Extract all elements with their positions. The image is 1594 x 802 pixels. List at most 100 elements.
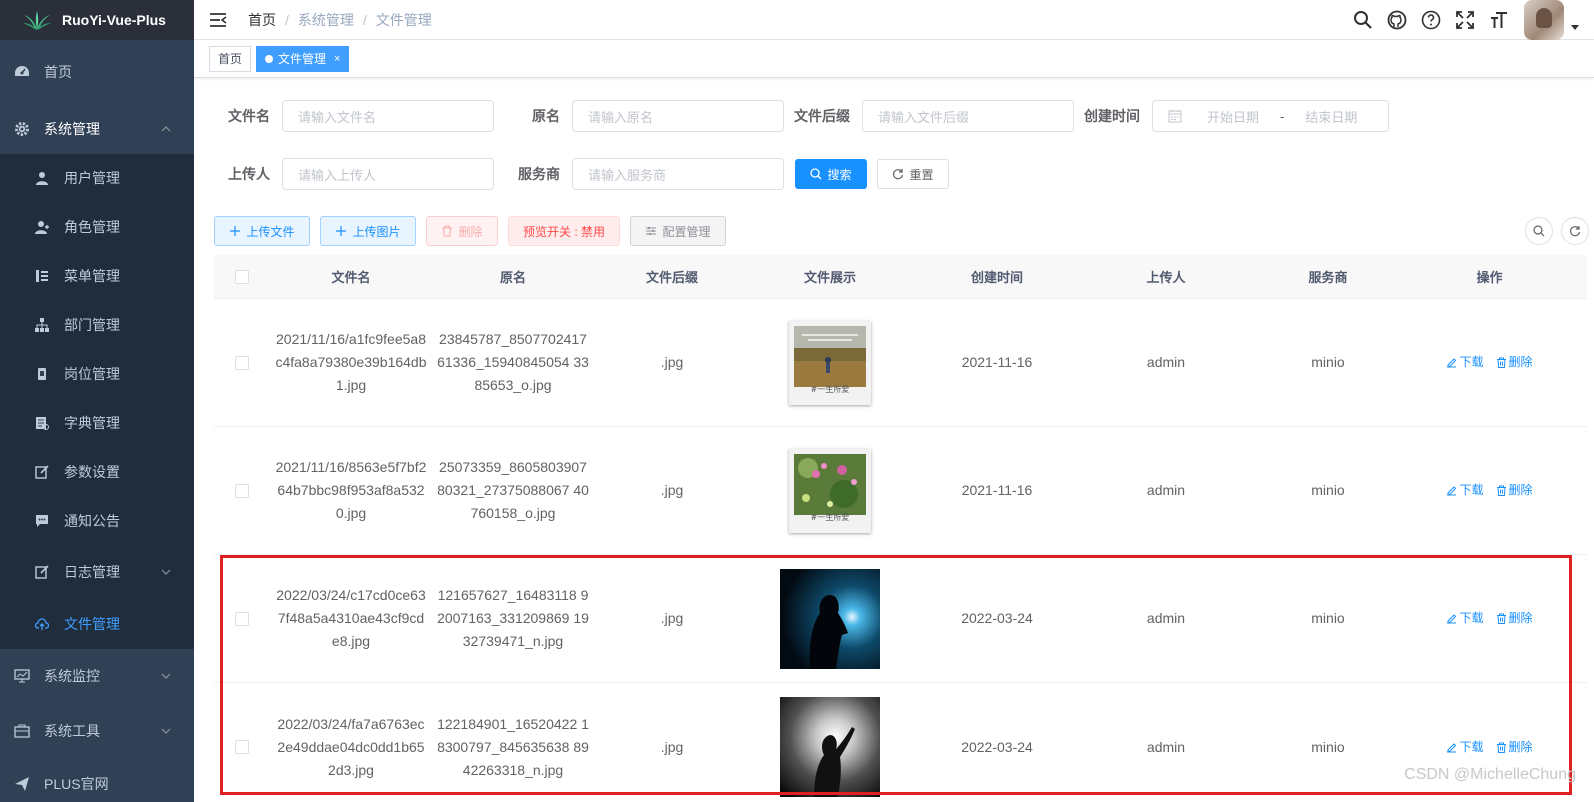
- delete-link[interactable]: 删除: [1496, 607, 1533, 630]
- delete-link[interactable]: 删除: [1496, 351, 1533, 374]
- tag-home[interactable]: 首页: [209, 45, 252, 72]
- search-icon: [810, 168, 822, 180]
- suffix-cell: .jpg: [660, 354, 684, 370]
- row-checkbox[interactable]: [235, 740, 249, 754]
- sidebar-item-monitor[interactable]: 系统监控: [0, 649, 194, 703]
- fullscreen-icon[interactable]: [1455, 10, 1475, 30]
- file-name-cell: 2022/03/24/fa7a6763ec2e49ddae04dc0dd1b65…: [277, 715, 425, 778]
- system-submenu: 用户管理 角色管理 菜单管理 部门管理 岗位管理 字典管理 参数设置 通知公告 …: [0, 154, 194, 649]
- download-link[interactable]: 下载: [1446, 607, 1484, 630]
- preview-image[interactable]: #一生所爱: [789, 320, 871, 405]
- close-icon[interactable]: ×: [334, 47, 340, 71]
- service-input[interactable]: 请输入服务商: [572, 158, 784, 190]
- sidebar-item-menus[interactable]: 菜单管理: [0, 251, 194, 300]
- suffix-cell: .jpg: [660, 610, 684, 626]
- download-link[interactable]: 下载: [1446, 736, 1484, 759]
- help-icon[interactable]: [1421, 10, 1441, 30]
- download-link[interactable]: 下载: [1446, 351, 1484, 374]
- delete-label: 删除: [1508, 611, 1533, 625]
- service-cell: minio: [1311, 482, 1345, 498]
- table-row: 2022/03/24/fa7a6763ec2e49ddae04dc0dd1b65…: [214, 683, 1587, 802]
- original-name-input[interactable]: 请输入原名: [572, 100, 784, 132]
- header-filename: 文件名: [331, 270, 371, 285]
- actions-cell: 下载 删除: [1408, 607, 1571, 630]
- edit-icon: [1447, 614, 1457, 624]
- sidebar-item-logs[interactable]: 日志管理: [0, 545, 194, 599]
- sidebar-logo[interactable]: RuoYi-Vue-Plus: [0, 0, 194, 40]
- uploader-cell: admin: [1146, 354, 1186, 370]
- avatar[interactable]: [1524, 0, 1564, 40]
- sidebar-item-plus-site[interactable]: PLUS官网: [0, 759, 194, 802]
- download-link[interactable]: 下载: [1446, 479, 1484, 502]
- role-icon: [34, 219, 50, 235]
- delete-button[interactable]: 删除: [426, 216, 498, 246]
- toggle-search-button[interactable]: [1525, 217, 1553, 245]
- edit-icon: [1447, 486, 1457, 496]
- upload-image-button[interactable]: 上传图片: [320, 216, 416, 246]
- sidebar-item-label: 用户管理: [64, 170, 120, 186]
- refresh-icon: [1569, 226, 1581, 237]
- sidebar-item-label: 参数设置: [64, 463, 120, 480]
- upload-file-button[interactable]: 上传文件: [214, 216, 310, 246]
- sidebar-item-label: PLUS官网: [44, 776, 109, 792]
- select-all-checkbox[interactable]: [235, 269, 249, 284]
- suffix-input[interactable]: 请输入文件后缀: [862, 100, 1074, 132]
- file-name-cell: 2022/03/24/c17cd0ce637f48a5a4310ae43cf9c…: [276, 587, 426, 649]
- row-checkbox[interactable]: [235, 355, 249, 370]
- preview-caption: #一生所爱: [810, 384, 850, 394]
- file-name-cell: 2021/11/16/a1fc9fee5a8c4fa8a79380e39b164…: [275, 331, 427, 393]
- github-icon[interactable]: [1387, 10, 1407, 30]
- date-range-picker[interactable]: 开始日期 - 结束日期: [1152, 100, 1389, 132]
- breadcrumb-separator: /: [362, 11, 367, 28]
- download-label: 下载: [1459, 611, 1484, 625]
- caret-down-icon[interactable]: [1570, 22, 1580, 32]
- sidebar-item-files[interactable]: 文件管理: [0, 599, 194, 649]
- search-button[interactable]: 搜索: [795, 159, 867, 189]
- delete-link[interactable]: 删除: [1496, 736, 1533, 759]
- chevron-down-icon: [161, 728, 171, 734]
- preview-toggle-button[interactable]: 预览开关 : 禁用: [508, 216, 620, 246]
- sidebar-item-tools[interactable]: 系统工具: [0, 703, 194, 759]
- delete-link[interactable]: 删除: [1496, 479, 1533, 502]
- table-row: 2022/03/24/c17cd0ce637f48a5a4310ae43cf9c…: [214, 555, 1587, 683]
- sidebar-item-home[interactable]: 首页: [0, 40, 194, 104]
- sidebar-item-dicts[interactable]: 字典管理: [0, 398, 194, 447]
- tag-files[interactable]: 文件管理 ×: [256, 45, 350, 72]
- sidebar-item-system[interactable]: 系统管理: [0, 104, 194, 154]
- font-size-icon[interactable]: [1489, 10, 1509, 30]
- filename-input[interactable]: 请输入文件名: [282, 100, 494, 132]
- search-icon[interactable]: [1353, 10, 1373, 30]
- row-checkbox[interactable]: [235, 483, 249, 498]
- refresh-button[interactable]: [1561, 217, 1589, 245]
- service-cell: minio: [1311, 738, 1345, 755]
- preview-cell: #一生所爱: [750, 320, 910, 405]
- range-separator: -: [1280, 108, 1285, 124]
- trash-icon: [1496, 613, 1506, 624]
- log-icon: [34, 564, 50, 580]
- reset-button[interactable]: 重置: [877, 159, 949, 189]
- breadcrumb-separator: /: [285, 11, 289, 28]
- preview-image[interactable]: [780, 568, 880, 669]
- edit-icon: [34, 464, 50, 480]
- preview-image[interactable]: #一生所爱: [789, 448, 871, 533]
- sidebar-item-users[interactable]: 用户管理: [0, 154, 194, 202]
- watermark: CSDN @MichelleChung: [1404, 766, 1576, 783]
- download-label: 下载: [1459, 739, 1484, 754]
- sidebar-item-notices[interactable]: 通知公告: [0, 496, 194, 545]
- end-date-input[interactable]: 结束日期: [1296, 107, 1366, 126]
- hamburger-icon[interactable]: [208, 10, 228, 30]
- sidebar-item-roles[interactable]: 角色管理: [0, 202, 194, 251]
- sidebar-item-depts[interactable]: 部门管理: [0, 300, 194, 349]
- row-checkbox[interactable]: [235, 611, 249, 626]
- sidebar-item-params[interactable]: 参数设置: [0, 447, 194, 496]
- start-date-input[interactable]: 开始日期: [1198, 107, 1268, 126]
- breadcrumb-item-home[interactable]: 首页: [248, 10, 276, 30]
- config-button[interactable]: 配置管理: [630, 216, 726, 246]
- download-label: 下载: [1459, 483, 1484, 497]
- suffix-label: 文件后缀: [794, 108, 850, 124]
- sidebar-item-posts[interactable]: 岗位管理: [0, 349, 194, 398]
- file-name-cell: 2021/11/16/8563e5f7bf264b7bbc98f953af8a5…: [275, 459, 427, 521]
- preview-image[interactable]: [780, 697, 880, 797]
- uploader-input[interactable]: 请输入上传人: [282, 158, 494, 190]
- sidebar-item-label: 角色管理: [64, 218, 120, 235]
